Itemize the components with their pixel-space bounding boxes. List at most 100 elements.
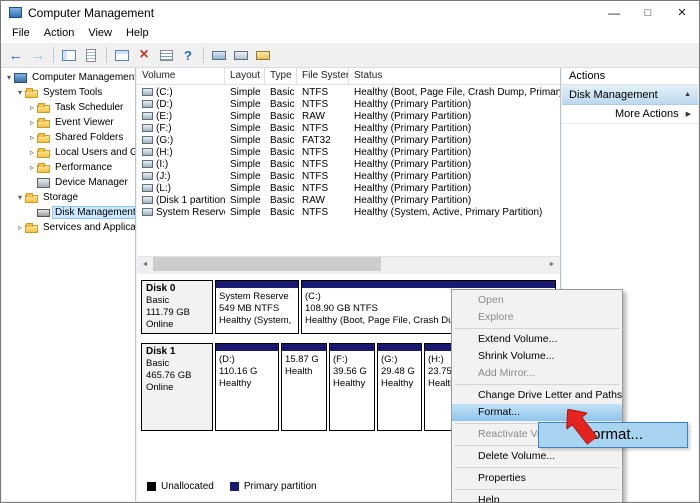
properties-list-icon[interactable] (155, 45, 177, 65)
disk-0-header[interactable]: Disk 0 Basic 111.79 GB Online (141, 280, 213, 334)
close-button[interactable]: × (665, 1, 699, 24)
menu-item-format[interactable]: Format... (452, 404, 622, 421)
column-file-system[interactable]: File System (297, 68, 349, 84)
horizontal-scrollbar[interactable]: ◄ ► (137, 256, 560, 271)
menu-help[interactable]: Help (119, 24, 156, 43)
toolbar-separator (203, 47, 204, 63)
expander-icon[interactable]: ▹ (27, 103, 37, 112)
disk-blue-icon[interactable] (208, 45, 230, 65)
scroll-left-icon[interactable]: ◄ (137, 257, 153, 272)
menu-separator (455, 467, 619, 468)
back-icon[interactable] (5, 45, 27, 65)
help-icon[interactable] (177, 45, 199, 65)
window-title: Computer Management (28, 6, 154, 20)
table-row[interactable]: (H:) Simple Basic NTFS Healthy (Primary … (137, 146, 560, 158)
partition-g[interactable]: (G:) 29.48 G Healthy (377, 343, 422, 431)
menu-item-shrink-volume[interactable]: Shrink Volume... (452, 348, 622, 365)
tree-item-device-manager[interactable]: Device Manager (2, 175, 135, 190)
more-actions[interactable]: More Actions ▶ (562, 105, 698, 124)
partition-color-strip (330, 344, 374, 351)
volume-icon (142, 148, 153, 156)
tree-item-event-viewer[interactable]: ▹ Event Viewer (2, 115, 135, 130)
tree-item-performance[interactable]: ▹ Performance (2, 160, 135, 175)
table-row[interactable]: (Disk 1 partition 2) Simple Basic RAW He… (137, 194, 560, 206)
expander-icon[interactable]: ▹ (27, 118, 37, 127)
tree-item-task-scheduler[interactable]: ▹ Task Scheduler (2, 100, 135, 115)
column-status[interactable]: Status (349, 68, 560, 84)
table-row[interactable]: (C:) Simple Basic NTFS Healthy (Boot, Pa… (137, 86, 560, 98)
more-actions-arrow-icon: ▶ (686, 110, 691, 118)
expander-icon[interactable]: ▾ (15, 88, 25, 97)
actions-group-disk-management[interactable]: Disk Management ▲ (562, 85, 698, 105)
table-row[interactable]: (I:) Simple Basic NTFS Healthy (Primary … (137, 158, 560, 170)
menu-item-change-drive-letter[interactable]: Change Drive Letter and Paths... (452, 387, 622, 404)
tree-item-shared-folders[interactable]: ▹ Shared Folders (2, 130, 135, 145)
tree-item-services-and-applications[interactable]: ▹ Services and Applications (2, 220, 135, 235)
menu-file[interactable]: File (5, 24, 37, 43)
minimize-button[interactable]: — (597, 1, 631, 24)
menu-item-open: Open (452, 292, 622, 309)
table-row[interactable]: System Reserved (K:) Simple Basic NTFS H… (137, 206, 560, 218)
partition-e[interactable]: 15.87 G Health (281, 343, 327, 431)
expander-icon[interactable]: ▹ (27, 163, 37, 172)
column-layout[interactable]: Layout (225, 68, 265, 84)
volume-icon (142, 172, 153, 180)
menu-view[interactable]: View (81, 24, 119, 43)
folder-icon (37, 150, 50, 158)
show-pane-icon[interactable] (111, 45, 133, 65)
export-list-icon[interactable] (80, 45, 102, 65)
menu-action[interactable]: Action (37, 24, 82, 43)
menu-item-delete-volume[interactable]: Delete Volume... (452, 448, 622, 465)
table-row[interactable]: (D:) Simple Basic NTFS Healthy (Primary … (137, 98, 560, 110)
partition-color-strip (378, 344, 421, 351)
menu-item-properties[interactable]: Properties (452, 470, 622, 487)
table-row[interactable]: (F:) Simple Basic NTFS Healthy (Primary … (137, 122, 560, 134)
folder-icon (37, 120, 50, 128)
unallocated-swatch (147, 482, 156, 491)
table-row[interactable]: (G:) Simple Basic FAT32 Healthy (Primary… (137, 134, 560, 146)
expander-icon[interactable]: ▾ (4, 73, 14, 82)
volume-icon (142, 136, 153, 144)
volume-icon (142, 88, 153, 96)
table-row[interactable]: (E:) Simple Basic RAW Healthy (Primary P… (137, 110, 560, 122)
forward-icon[interactable] (27, 45, 49, 65)
computer-icon (14, 73, 27, 83)
column-volume[interactable]: Volume (137, 68, 225, 84)
tree-item-local-users-and-groups[interactable]: ▹ Local Users and Groups (2, 145, 135, 160)
scrollbar-thumb[interactable] (153, 257, 381, 272)
expander-icon[interactable]: ▾ (15, 193, 25, 202)
menu-item-extend-volume[interactable]: Extend Volume... (452, 331, 622, 348)
scrollbar-track[interactable] (153, 257, 544, 272)
collapse-icon[interactable]: ▲ (684, 91, 691, 98)
expander-icon[interactable]: ▹ (15, 223, 25, 232)
folder-icon (37, 105, 50, 113)
disk-gray-icon[interactable] (230, 45, 252, 65)
partition-legend: Unallocated Primary partition (147, 481, 333, 492)
expander-icon[interactable]: ▹ (27, 148, 37, 157)
column-type[interactable]: Type (265, 68, 297, 84)
console-window-icon[interactable] (58, 45, 80, 65)
menu-item-help[interactable]: Help (452, 492, 622, 503)
maximize-button[interactable]: □ (631, 1, 665, 24)
device-manager-icon (37, 178, 50, 188)
tree-item-computer-management[interactable]: ▾ Computer Management (Local (2, 70, 135, 85)
scroll-right-icon[interactable]: ► (544, 257, 560, 272)
expander-icon[interactable]: ▹ (27, 133, 37, 142)
volume-icon (142, 112, 153, 120)
toolbar-separator (53, 47, 54, 63)
tree-item-storage[interactable]: ▾ Storage (2, 190, 135, 205)
menu-separator (455, 489, 619, 490)
partition-system-reserve[interactable]: System Reserve 549 MB NTFS Healthy (Syst… (215, 280, 299, 334)
delete-icon[interactable] (133, 45, 155, 65)
menu-item-explore: Explore (452, 309, 622, 326)
tree-item-system-tools[interactable]: ▾ System Tools (2, 85, 135, 100)
partition-f[interactable]: (F:) 39.56 G Healthy (329, 343, 375, 431)
partition-d[interactable]: (D:) 110.16 G Healthy (215, 343, 279, 431)
table-row[interactable]: (L:) Simple Basic NTFS Healthy (Primary … (137, 182, 560, 194)
tree-item-disk-management[interactable]: Disk Management (2, 205, 135, 220)
table-row[interactable]: (J:) Simple Basic NTFS Healthy (Primary … (137, 170, 560, 182)
partition-color-strip (216, 344, 278, 351)
disk-1-header[interactable]: Disk 1 Basic 465.76 GB Online (141, 343, 213, 431)
disk-yellow-icon[interactable] (252, 45, 274, 65)
partition-color-strip (216, 281, 298, 288)
